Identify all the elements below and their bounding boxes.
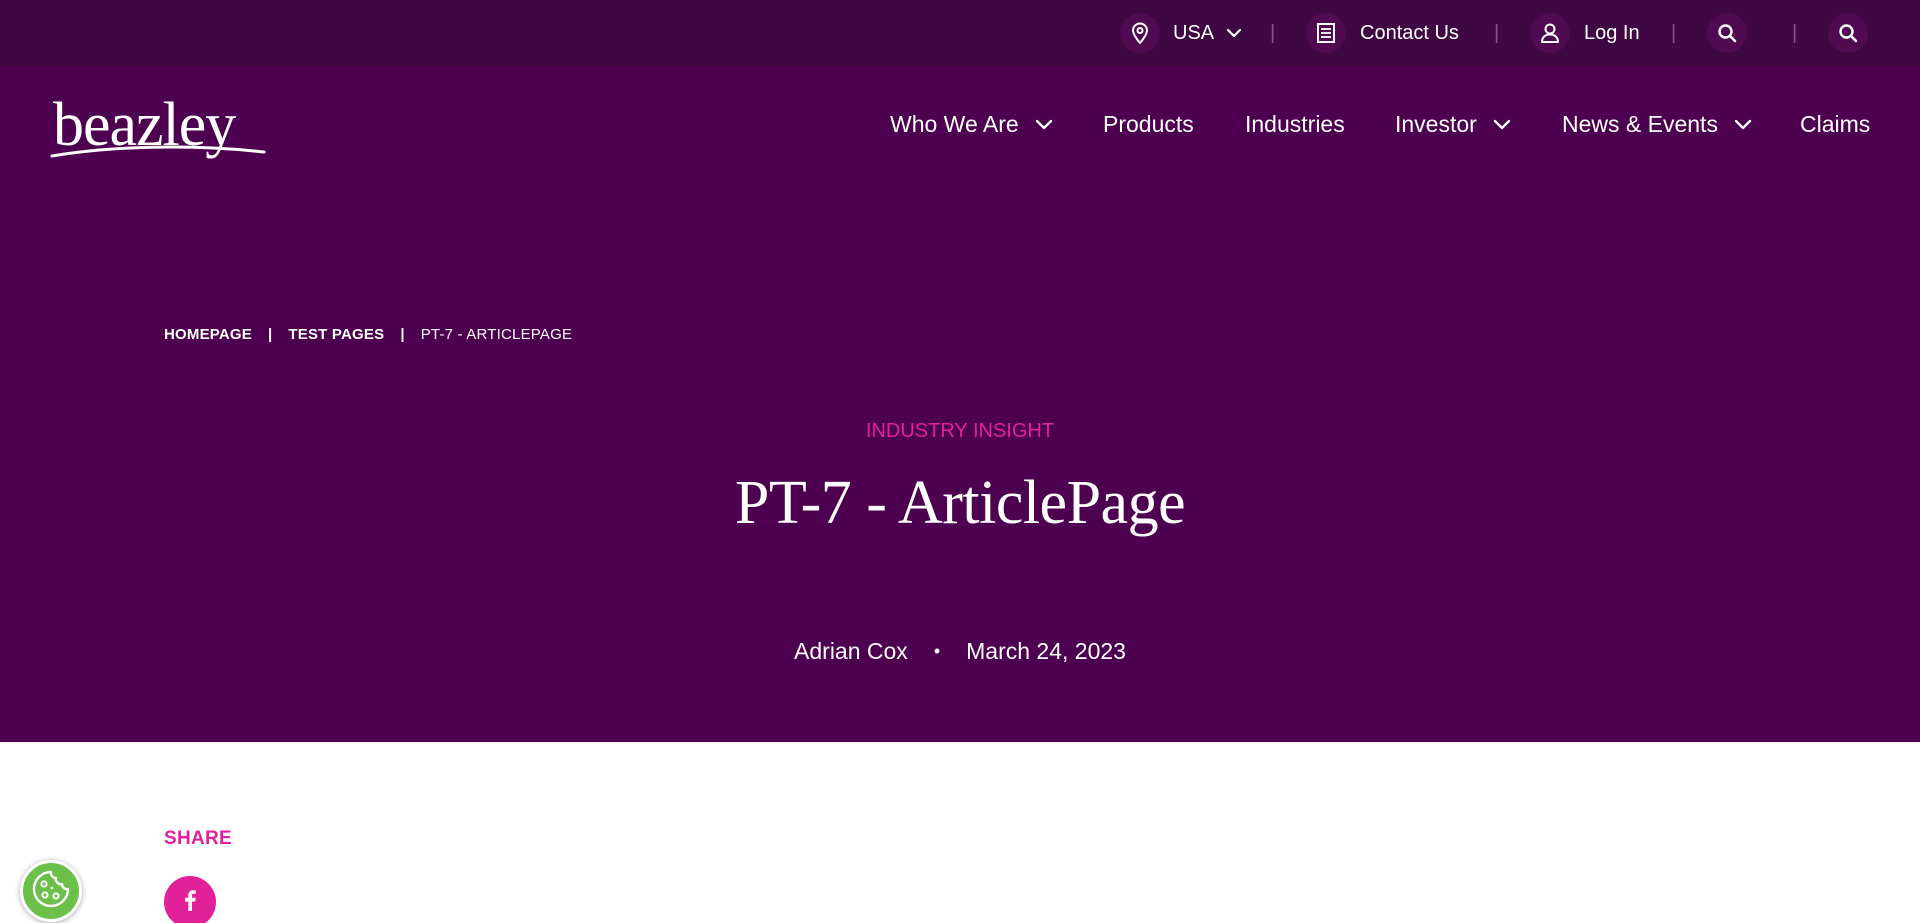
chevron-down-icon [1035,119,1053,130]
chevron-down-icon [1734,119,1752,130]
contact-us-link[interactable]: Contact Us [1306,13,1459,53]
search-icon [1707,13,1747,53]
breadcrumb: HOMEPAGE | TEST PAGES | PT-7 - ARTICLEPA… [164,326,572,343]
cookie-settings-button[interactable] [20,860,82,922]
nav-who-we-are[interactable]: Who We Are [890,106,1053,142]
login-label: Log In [1584,21,1640,44]
nav-label: Products [1103,110,1194,137]
user-icon [1530,13,1570,53]
chevron-down-icon [1226,28,1242,38]
utility-separator: | [1270,22,1276,44]
nav-products[interactable]: Products [1103,106,1194,142]
breadcrumb-separator: | [268,326,273,343]
breadcrumb-test-pages[interactable]: TEST PAGES [288,326,384,343]
nav-label: News & Events [1562,110,1718,137]
document-list-icon [1306,13,1346,53]
region-selector[interactable]: USA [1120,13,1242,53]
utility-separator: | [1494,22,1500,44]
nav-news-events[interactable]: News & Events [1562,106,1752,142]
breadcrumb-current: PT-7 - ARTICLEPAGE [420,326,573,343]
nav-label: Who We Are [890,110,1019,137]
region-label: USA [1173,21,1215,44]
search-button-secondary[interactable] [1828,13,1868,53]
nav-industries[interactable]: Industries [1245,106,1345,142]
utility-separator: | [1792,22,1798,44]
article-category: INDUSTRY INSIGHT [865,420,1055,442]
nav-claims[interactable]: Claims [1800,106,1870,142]
nav-label: Claims [1800,110,1871,137]
facebook-icon [183,889,197,916]
article-author: Adrian Cox [794,638,908,664]
login-link[interactable]: Log In [1530,13,1640,53]
chevron-down-icon [1493,119,1511,130]
article-date: March 24, 2023 [966,638,1126,664]
page-title: PT-7 - ArticlePage [734,469,1186,537]
search-button[interactable] [1707,13,1747,53]
cookie-icon [31,869,71,914]
facebook-share-button[interactable] [164,876,216,923]
beazley-logo[interactable]: beazley [50,94,266,164]
nav-label: Industries [1245,110,1345,137]
meta-separator-dot: • [933,641,941,661]
location-pin-icon [1120,13,1160,53]
utility-separator: | [1671,22,1677,44]
nav-investor[interactable]: Investor [1395,106,1511,142]
hero-header: beazley Who We Are Products Industries I… [0,66,1920,742]
utility-bar: USA | Contact Us | Log In | | [0,0,1920,66]
breadcrumb-homepage[interactable]: HOMEPAGE [164,326,252,343]
nav-label: Investor [1395,110,1477,137]
breadcrumb-separator: | [400,326,405,343]
search-icon [1828,13,1868,53]
share-label: SHARE [164,828,233,849]
article-meta: Adrian Cox • March 24, 2023 [0,638,1920,665]
contact-us-label: Contact Us [1360,21,1459,44]
logo-swoosh [50,145,266,158]
